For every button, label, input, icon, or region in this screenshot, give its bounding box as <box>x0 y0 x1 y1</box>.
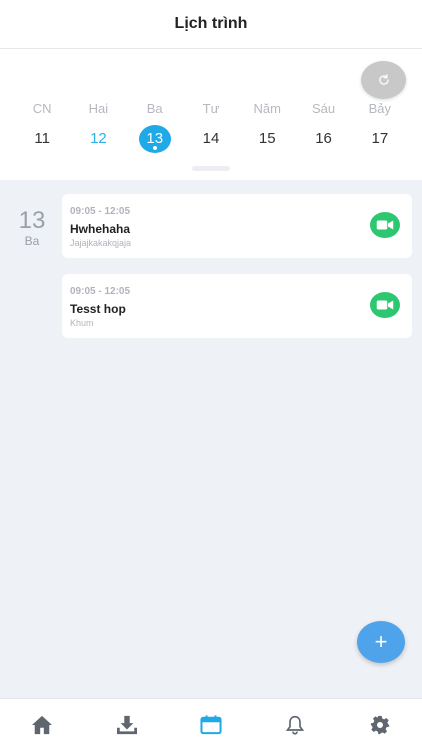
day-column[interactable]: Hai 12 <box>70 99 126 153</box>
page-title: Lịch trình <box>174 15 248 32</box>
week-calendar: CN 11 Hai 12 Ba 13 Tư 14 Năm 15 Sáu 16 B… <box>0 49 422 180</box>
day-number-text: 13 <box>146 130 164 147</box>
video-camera-icon <box>376 220 394 230</box>
bell-icon <box>286 715 305 735</box>
download-icon <box>116 715 137 735</box>
day-column[interactable]: CN 11 <box>14 99 70 153</box>
selected-day-number: 13 <box>18 207 46 234</box>
day-number[interactable]: 17 <box>364 125 396 153</box>
event-title: Hwhehaha <box>70 222 131 236</box>
event-description: Khum <box>70 318 94 328</box>
day-name: Ba <box>146 101 163 116</box>
plus-icon: + <box>374 629 388 654</box>
drag-handle[interactable] <box>192 166 230 171</box>
event-title: Tesst hop <box>70 302 126 316</box>
event-time: 09:05 - 12:05 <box>70 206 131 217</box>
day-name: Bảy <box>368 101 392 116</box>
event-time: 09:05 - 12:05 <box>70 286 131 297</box>
day-name: Tư <box>202 101 220 116</box>
day-column[interactable]: Ba 13 <box>127 99 183 153</box>
tab-settings[interactable] <box>338 705 422 745</box>
day-number-selected[interactable]: 13 <box>138 125 171 153</box>
day-name: Sáu <box>311 101 336 116</box>
event-card[interactable]: 09:05 - 12:05 Hwhehaha Jajajkakakqjaja <box>62 194 412 258</box>
day-number[interactable]: 16 <box>308 125 340 153</box>
day-number[interactable]: 14 <box>195 125 227 153</box>
add-event-button[interactable]: + <box>357 621 405 663</box>
day-column[interactable]: Sáu 16 <box>295 99 351 153</box>
selected-weekday: Ba <box>24 234 40 248</box>
day-number[interactable]: 15 <box>251 125 283 153</box>
bottom-tab-bar <box>0 698 422 751</box>
calendar-icon <box>200 715 222 735</box>
home-icon <box>32 715 53 735</box>
gear-icon <box>370 715 389 735</box>
tab-download[interactable] <box>84 705 168 745</box>
refresh-button[interactable] <box>361 61 406 99</box>
event-indicator-dot <box>152 146 157 150</box>
day-number[interactable]: 11 <box>26 125 58 153</box>
video-camera-icon <box>376 300 394 310</box>
refresh-icon <box>378 74 389 85</box>
tab-notifications[interactable] <box>253 705 337 745</box>
selected-date-label: 13 Ba <box>14 207 50 249</box>
day-strip: CN 11 Hai 12 Ba 13 Tư 14 Năm 15 Sáu 16 B… <box>14 99 408 153</box>
day-number-today[interactable]: 12 <box>82 125 114 153</box>
day-column[interactable]: Năm 15 <box>239 99 295 153</box>
day-name: Năm <box>253 101 281 116</box>
join-video-button[interactable] <box>370 212 400 238</box>
day-column[interactable]: Tư 14 <box>183 99 239 153</box>
tab-calendar[interactable] <box>169 705 253 745</box>
tab-home[interactable] <box>0 705 84 745</box>
app-header: Lịch trình <box>0 0 422 49</box>
day-name: CN <box>32 101 52 116</box>
join-video-button[interactable] <box>370 292 400 318</box>
day-name: Hai <box>88 101 109 116</box>
event-card[interactable]: 09:05 - 12:05 Tesst hop Khum <box>62 274 412 338</box>
event-description: Jajajkakakqjaja <box>70 238 132 248</box>
day-column[interactable]: Bảy 17 <box>352 99 408 153</box>
